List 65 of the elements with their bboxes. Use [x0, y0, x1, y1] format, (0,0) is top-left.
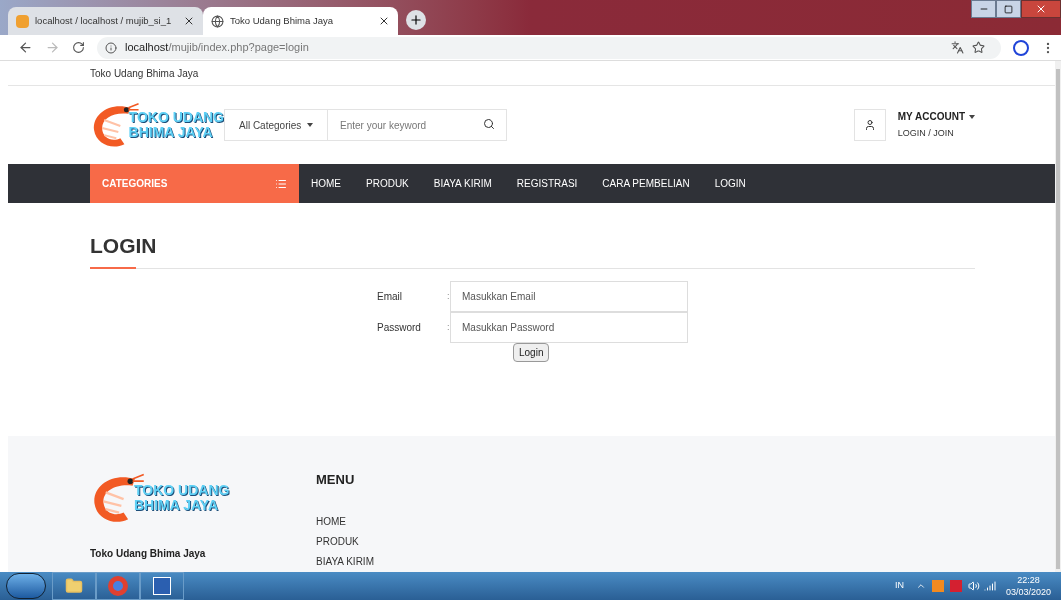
nav-link[interactable]: LOGIN: [714, 176, 746, 191]
footer-link[interactable]: BIAYA KIRIM: [316, 553, 374, 569]
user-icon[interactable]: [853, 109, 886, 141]
globe-icon: [211, 14, 224, 28]
footer-link[interactable]: PRODUK: [316, 533, 374, 549]
bookmark-star-icon[interactable]: [972, 41, 985, 54]
maximize-icon: [1004, 4, 1013, 14]
field-label: Password: [377, 321, 422, 335]
favicon-icon: [16, 14, 29, 28]
nav-link[interactable]: CARA PEMBELIAN: [602, 176, 690, 191]
colon-text: :: [447, 320, 450, 334]
caret-icon: [307, 123, 313, 127]
info-icon: [105, 41, 117, 54]
nav-link[interactable]: BIAYA KIRIM: [433, 176, 492, 191]
plus-icon: [409, 13, 423, 27]
nav-link[interactable]: PRODUK: [366, 176, 409, 191]
list-icon: [275, 177, 287, 190]
logo-text: TOKO UDANG: [128, 110, 224, 125]
footer-store-name: Toko Udang Bhima Jaya: [90, 547, 207, 561]
search-field[interactable]: Enter your keyword: [328, 109, 507, 141]
field-label: Email: [377, 290, 403, 304]
close-icon[interactable]: [378, 15, 390, 27]
minimize-button[interactable]: [971, 0, 996, 18]
nav-link[interactable]: HOME: [311, 176, 341, 191]
maximize-button[interactable]: [996, 0, 1021, 18]
my-account-menu[interactable]: MY ACCOUNT: [897, 109, 975, 125]
scrollbar[interactable]: [1055, 61, 1061, 572]
reload-icon[interactable]: [72, 41, 85, 54]
translate-icon[interactable]: [951, 41, 964, 54]
text-field[interactable]: Masukkan Password: [450, 312, 688, 343]
browser-tab[interactable]: Toko Udang Bhima Jaya: [203, 7, 398, 35]
tab-title: localhost / localhost / mujib_si_1: [35, 13, 173, 28]
caret-icon: [969, 114, 975, 119]
logo-text: BHIMA JAYA: [134, 498, 220, 513]
profile-avatar-icon[interactable]: [1013, 39, 1029, 56]
category-select[interactable]: All Categories: [224, 109, 328, 141]
tray-expand-icon[interactable]: [915, 581, 926, 591]
clock-date: 03/03/2020: [1005, 586, 1051, 598]
login-join-link[interactable]: LOGIN / JOIN: [897, 127, 975, 141]
back-icon[interactable]: [18, 40, 33, 55]
close-icon: [1035, 3, 1047, 15]
page-title: LOGIN: [90, 235, 158, 256]
close-button[interactable]: [1021, 0, 1061, 18]
tab-title: Toko Udang Bhima Jaya: [230, 13, 334, 28]
browser-tab[interactable]: localhost / localhost / mujib_si_1: [8, 7, 203, 35]
logo-text: TOKO UDANG: [134, 483, 230, 498]
clock-time: 22:28: [1017, 574, 1040, 586]
logo-text: BHIMA JAYA: [128, 125, 214, 140]
nav-link[interactable]: REGISTRASI: [516, 176, 578, 191]
address-field[interactable]: localhost/mujib/index.php?page=login: [97, 36, 1001, 59]
footer-link[interactable]: HOME: [316, 513, 374, 529]
topbar-text: Toko Udang Bhima Jaya: [90, 66, 199, 81]
colon-text: :: [447, 289, 450, 303]
volume-icon[interactable]: [967, 580, 980, 592]
url-text: localhost/mujib/index.php?page=login: [125, 40, 309, 56]
title-underline: [90, 267, 136, 269]
login-button[interactable]: Login: [513, 343, 550, 362]
language-indicator[interactable]: IN: [894, 579, 904, 593]
file-explorer-taskbar-icon[interactable]: [52, 572, 96, 600]
close-icon[interactable]: [183, 15, 195, 27]
start-button[interactable]: [6, 573, 46, 599]
text-field[interactable]: Masukkan Email: [450, 281, 688, 312]
new-tab-button[interactable]: [406, 10, 426, 30]
search-icon[interactable]: [483, 118, 495, 130]
footer-menu-title: MENU: [316, 471, 356, 489]
